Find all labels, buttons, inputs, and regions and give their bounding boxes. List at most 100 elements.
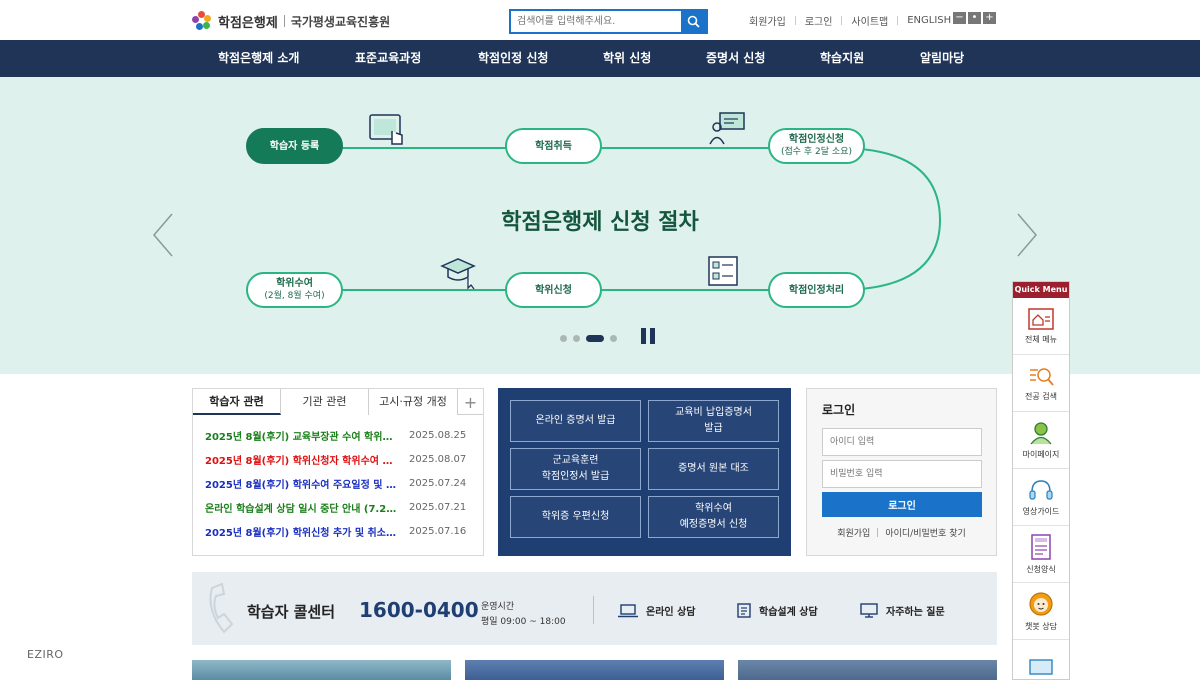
quick-menu-video-guide[interactable]: 영상가이드 (1013, 469, 1069, 526)
slide-dot[interactable] (560, 335, 567, 342)
chatbot-lion-icon (1029, 591, 1053, 616)
quick-menu-more[interactable] (1013, 640, 1069, 679)
zoom-out-button[interactable]: − (953, 12, 966, 24)
search-icon (687, 15, 700, 28)
quick-menu-forms[interactable]: 신청양식 (1013, 526, 1069, 583)
monitor-icon (1029, 658, 1053, 675)
notice-title[interactable]: 2025년 8월(후기) 교육부장관 수여 학위취득자 안내 (205, 428, 401, 443)
notice-title[interactable]: 2025년 8월(후기) 학위수여 주요일정 및 안내 (205, 476, 401, 491)
notice-title[interactable]: 2025년 8월(후기) 학위신청자 학위수여 요건 안내 (205, 452, 401, 467)
page: 학점은행제 국가평생교육진흥원 회원가입 로그인 사이트맵 ENGLISH − (0, 0, 1200, 680)
quick-menu-label: 챗봇 상담 (1025, 621, 1057, 631)
step-credit-recognition-apply[interactable]: 학점인정신청 (접수 후 2달 소요) (768, 128, 865, 164)
slide-dot[interactable] (610, 335, 617, 342)
more-plus-icon[interactable]: + (458, 389, 483, 415)
user-id-input[interactable] (822, 428, 982, 456)
signup-link[interactable]: 회원가입 (837, 526, 870, 539)
online-certificate-button[interactable]: 온라인 증명서 발급 (510, 400, 641, 442)
step-degree-apply[interactable]: 학위신청 (505, 272, 602, 308)
util-divider (841, 16, 843, 25)
tab-institution[interactable]: 기관 관련 (281, 389, 369, 415)
home-menu-icon (1028, 307, 1054, 330)
notice-title[interactable]: 2025년 8월(후기) 학위신청 추가 및 취소접수 안내 (205, 524, 401, 539)
list-item[interactable]: 2025년 8월(후기) 교육부장관 수여 학위취득자 안내 2025.08.2… (205, 423, 483, 447)
teacher-board-icon (709, 112, 745, 145)
call-center-phone[interactable]: 1600-0400 (359, 598, 479, 622)
quick-menu-mypage[interactable]: 마이페이지 (1013, 412, 1069, 469)
quick-menu-label: 신청양식 (1026, 564, 1056, 574)
degree-expected-certificate-button[interactable]: 학위수여 예정증명서 신청 (648, 496, 779, 538)
step-credit-recognition-process[interactable]: 학점인정처리 (768, 272, 865, 308)
nav-item-notice[interactable]: 알림마당 (920, 40, 964, 77)
site-logo[interactable]: 학점은행제 국가평생교육진흥원 (192, 11, 390, 31)
find-account-link[interactable]: 아이디/비밀번호 찾기 (885, 526, 965, 539)
certificate-verify-button[interactable]: 증명서 원본 대조 (648, 448, 779, 490)
nav-item-learning-support[interactable]: 학습지원 (820, 40, 864, 77)
nav-item-certificate[interactable]: 증명서 신청 (706, 40, 765, 77)
slide-indicator (560, 335, 617, 342)
step-degree-conferral[interactable]: 학위수여 (2월, 8월 수여) (246, 272, 343, 308)
nav-item-curriculum[interactable]: 표준교육과정 (355, 40, 421, 77)
military-credit-certificate-button[interactable]: 군교육훈련 학점인정서 발급 (510, 448, 641, 490)
slide-prev-arrow-icon[interactable] (150, 210, 176, 260)
tab-learner[interactable]: 학습자 관련 (193, 389, 281, 415)
util-login-link[interactable]: 로그인 (805, 13, 833, 28)
nav-item-degree-apply[interactable]: 학위 신청 (603, 40, 651, 77)
login-title: 로그인 (822, 403, 856, 417)
nav-item-intro[interactable]: 학점은행제 소개 (218, 40, 299, 77)
step-learner-registration[interactable]: 학습자 등록 (246, 128, 343, 164)
zoom-in-button[interactable]: + (983, 12, 996, 24)
step-label: 학점인정신청 (788, 134, 845, 145)
slide-next-arrow-icon[interactable] (1014, 210, 1040, 260)
search-input[interactable] (511, 11, 681, 32)
password-input[interactable] (822, 460, 982, 488)
step-label: 학위신청 (535, 284, 572, 296)
tuition-certificate-button[interactable]: 교육비 납입증명서 발급 (648, 400, 779, 442)
user-profile-icon (1030, 421, 1052, 444)
slide-dot[interactable] (573, 335, 580, 342)
util-signup-link[interactable]: 회원가입 (749, 13, 786, 28)
bottom-banner-2[interactable] (465, 660, 724, 680)
slide-dot-active[interactable] (586, 335, 604, 342)
search-button[interactable] (681, 11, 706, 32)
util-sitemap-link[interactable]: 사이트맵 (851, 13, 888, 28)
quick-menu-label: 영상가이드 (1022, 506, 1060, 516)
list-item[interactable]: 온라인 학습설계 상담 일시 중단 안내 (7.23~) 2025.07.21 (205, 495, 483, 519)
online-consult-link[interactable]: 온라인 상담 (618, 603, 695, 618)
quick-menu-label: 마이페이지 (1022, 449, 1060, 459)
notice-title[interactable]: 온라인 학습설계 상담 일시 중단 안내 (7.23~) (205, 500, 401, 515)
document-icon (737, 603, 751, 618)
call-center-banner: 학습자 콜센터 1600-0400 운영시간 평일 09:00 ~ 18:00 … (192, 572, 997, 645)
list-item[interactable]: 2025년 8월(후기) 학위신청자 학위수여 요건 안내 2025.08.07 (205, 447, 483, 471)
diploma-mail-request-button[interactable]: 학위증 우편신청 (510, 496, 641, 538)
util-divider (794, 16, 796, 25)
call-divider (593, 596, 594, 624)
util-english-link[interactable]: ENGLISH (907, 15, 951, 26)
nav-item-credit-apply[interactable]: 학점인정 신청 (478, 40, 548, 77)
step-credit-acquisition[interactable]: 학점취득 (505, 128, 602, 164)
quick-menu-major-search[interactable]: 전공 검색 (1013, 355, 1069, 412)
notice-date: 2025.07.21 (409, 501, 467, 513)
study-plan-consult-link[interactable]: 학습설계 상담 (737, 603, 818, 618)
faq-label: 자주하는 질문 (886, 607, 945, 618)
list-item[interactable]: 2025년 8월(후기) 학위수여 주요일정 및 안내 2025.07.24 (205, 471, 483, 495)
logo-flower-icon (192, 11, 212, 31)
login-button[interactable]: 로그인 (822, 492, 982, 517)
step-sublabel: (2월, 8월 수여) (264, 291, 325, 301)
tab-regulation[interactable]: 고시·규정 개정 (369, 389, 458, 415)
quick-menu-title: Quick Menu (1013, 282, 1069, 298)
zoom-reset-button[interactable]: • (968, 12, 981, 24)
list-item[interactable]: 2025년 8월(후기) 학위신청 추가 및 취소접수 안내 2025.07.1… (205, 519, 483, 543)
step-label: 학위수여 (276, 278, 313, 289)
step-label: 학점취득 (535, 140, 572, 152)
bottom-banner-3[interactable] (738, 660, 997, 680)
notice-tabs: 학습자 관련 기관 관련 고시·규정 개정 + (193, 389, 483, 415)
faq-link[interactable]: 자주하는 질문 (860, 603, 945, 618)
bottom-banner-1[interactable] (192, 660, 451, 680)
quick-menu-chatbot[interactable]: 챗봇 상담 (1013, 583, 1069, 640)
top-header: 학점은행제 국가평생교육진흥원 회원가입 로그인 사이트맵 ENGLISH − (0, 0, 1200, 40)
quick-menu: Quick Menu 전체 메뉴 전공 검색 마이페이지 영상가이드 신청양식 … (1012, 281, 1070, 680)
call-center-title: 학습자 콜센터 (247, 603, 336, 621)
slide-pause-button[interactable] (641, 328, 655, 344)
quick-menu-all-menu[interactable]: 전체 메뉴 (1013, 298, 1069, 355)
